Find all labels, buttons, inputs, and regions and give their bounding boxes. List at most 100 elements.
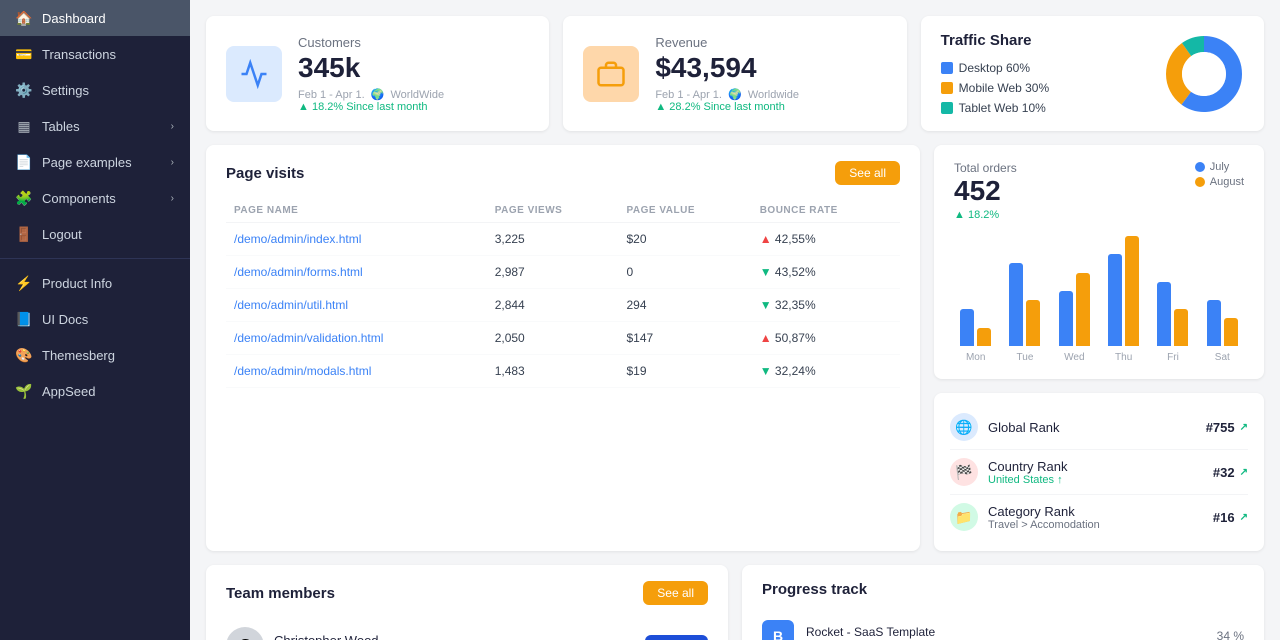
july-bar [1108, 254, 1122, 346]
customers-growth: ▲ 18.2% Since last month [298, 101, 428, 113]
sidebar-label-components: Components [42, 191, 116, 206]
legend-tablet: Tablet Web 10% [941, 101, 1144, 115]
sidebar-label-dashboard: Dashboard [42, 11, 106, 26]
revenue-sub: Feb 1 - Apr 1. 🌍 Worldwide ▲ 28.2% Since… [655, 88, 886, 113]
sidebar-item-logout[interactable]: 🚪 Logout [0, 216, 190, 252]
page-visits-see-all-button[interactable]: See all [835, 161, 900, 185]
progress-info: Rocket - SaaS Template [806, 625, 1196, 640]
rank-country: 🏁 Country Rank United States ↑ #32 ↗ [950, 450, 1248, 495]
page-value: 294 [618, 289, 751, 322]
traffic-title: Traffic Share [941, 32, 1144, 49]
bar-label: Tue [1017, 352, 1034, 363]
table-row: /demo/admin/util.html 2,844 294 ▼ 32,35% [226, 289, 900, 322]
august-bar [1224, 318, 1238, 346]
page-name: /demo/admin/validation.html [226, 322, 487, 355]
orders-label: Total orders [954, 161, 1017, 175]
global-rank-info: Global Rank [988, 420, 1206, 435]
progress-pct: 34 % [1208, 629, 1244, 640]
logout-icon: 🚪 [16, 226, 32, 242]
sidebar-item-tables[interactable]: ▦ Tables › [0, 108, 190, 144]
up-arrow-icon: ▲ [760, 232, 772, 246]
sidebar-label-themesberg: Themesberg [42, 348, 115, 363]
up-arrow-icon: ▲ [760, 331, 772, 345]
august-label: August [1210, 176, 1244, 188]
page-name: /demo/admin/index.html [226, 223, 487, 256]
table-row: /demo/admin/forms.html 2,987 0 ▼ 43,52% [226, 256, 900, 289]
sidebar-item-appseed[interactable]: 🌱 AppSeed [0, 373, 190, 409]
progress-icon: B [762, 620, 794, 640]
bars [1157, 282, 1188, 346]
revenue-icon [583, 46, 639, 102]
stats-row: Customers 345k Feb 1 - Apr 1. 🌍 WorldWid… [206, 16, 1264, 131]
category-rank-icon: 📁 [950, 503, 978, 531]
bars [960, 309, 991, 346]
bar-label: Wed [1064, 352, 1084, 363]
theme-icon: 🎨 [16, 347, 32, 363]
category-rank-sub: Travel > Accomodation [988, 519, 1213, 531]
page-name: /demo/admin/modals.html [226, 355, 487, 388]
page-views: 2,050 [487, 322, 619, 355]
tables-arrow-icon: › [171, 121, 174, 132]
sidebar-label-logout: Logout [42, 227, 82, 242]
country-rank-sub: United States ↑ [988, 474, 1213, 486]
bolt-icon: ⚡ [16, 275, 32, 291]
list-item: B Rocket - SaaS Template 34 % [762, 612, 1244, 640]
desktop-label: Desktop 60% [959, 61, 1030, 75]
bounce-rate: ▲ 42,55% [752, 223, 900, 256]
revenue-value: $43,594 [655, 52, 886, 84]
down-arrow-icon: ▼ [760, 364, 772, 378]
sidebar-divider [0, 258, 190, 259]
orders-left: Total orders 452 ▲ 18.2% [954, 161, 1017, 221]
traffic-legend: Desktop 60% Mobile Web 30% Tablet Web 10… [941, 61, 1144, 115]
sidebar-item-page-examples[interactable]: 📄 Page examples › [0, 144, 190, 180]
traffic-info: Traffic Share Desktop 60% Mobile Web 30%… [941, 32, 1144, 115]
appseed-icon: 🌱 [16, 383, 32, 399]
bars [1009, 263, 1040, 346]
customers-value: 345k [298, 52, 529, 84]
sidebar-item-dashboard[interactable]: 🏠 Dashboard [0, 0, 190, 36]
revenue-card: Revenue $43,594 Feb 1 - Apr 1. 🌍 Worldwi… [563, 16, 906, 131]
page-examples-icon: 📄 [16, 154, 32, 170]
august-bar [1125, 236, 1139, 346]
sidebar: 🏠 Dashboard 💳 Transactions ⚙️ Settings ▦… [0, 0, 190, 640]
bar-group: Thu [1102, 236, 1145, 363]
bounce-rate: ▼ 32,35% [752, 289, 900, 322]
revenue-label: Revenue [655, 35, 886, 50]
page-visits-table: Page Name Page Views Page Value Bounce R… [226, 199, 900, 388]
sidebar-item-ui-docs[interactable]: 📘 UI Docs [0, 301, 190, 337]
traffic-donut [1164, 34, 1244, 114]
list-item: C Christopher Wood Online ✉ Invite [226, 619, 708, 640]
bar-group: Mon [954, 309, 997, 363]
invite-button[interactable]: ✉ Invite [645, 635, 708, 640]
member-name: Christopher Wood [274, 633, 635, 640]
july-bar [1009, 263, 1023, 346]
sidebar-item-themesberg[interactable]: 🎨 Themesberg [0, 337, 190, 373]
bar-label: Mon [966, 352, 985, 363]
tablet-dot [941, 102, 953, 114]
customers-region: WorldWide [390, 89, 444, 101]
page-visits-header: Page visits See all [226, 161, 900, 185]
table-row: /demo/admin/modals.html 1,483 $19 ▼ 32,2… [226, 355, 900, 388]
bar-chart: Mon Tue Wed Thu Fri Sat [954, 233, 1244, 363]
sidebar-item-transactions[interactable]: 💳 Transactions [0, 36, 190, 72]
down-arrow-icon: ▼ [760, 265, 772, 279]
col-page-value: Page Value [618, 199, 751, 223]
progress-title: Progress track [762, 581, 867, 598]
sidebar-item-components[interactable]: 🧩 Components › [0, 180, 190, 216]
settings-icon: ⚙️ [16, 82, 32, 98]
bars [1207, 300, 1238, 346]
july-label: July [1210, 161, 1230, 173]
july-dot [1195, 162, 1205, 172]
sidebar-label-page-examples: Page examples [42, 155, 132, 170]
components-arrow-icon: › [171, 193, 174, 204]
transactions-icon: 💳 [16, 46, 32, 62]
team-see-all-button[interactable]: See all [643, 581, 708, 605]
bar-group: Tue [1003, 263, 1046, 363]
team-header: Team members See all [226, 581, 708, 605]
sidebar-item-product-info[interactable]: ⚡ Product Info [0, 265, 190, 301]
down-arrow-icon: ▼ [760, 298, 772, 312]
country-rank-trend: ↗ [1240, 467, 1248, 478]
col-bounce-rate: Bounce Rate [752, 199, 900, 223]
bottom-row: Team members See all C Christopher Wood … [206, 565, 1264, 640]
sidebar-item-settings[interactable]: ⚙️ Settings [0, 72, 190, 108]
